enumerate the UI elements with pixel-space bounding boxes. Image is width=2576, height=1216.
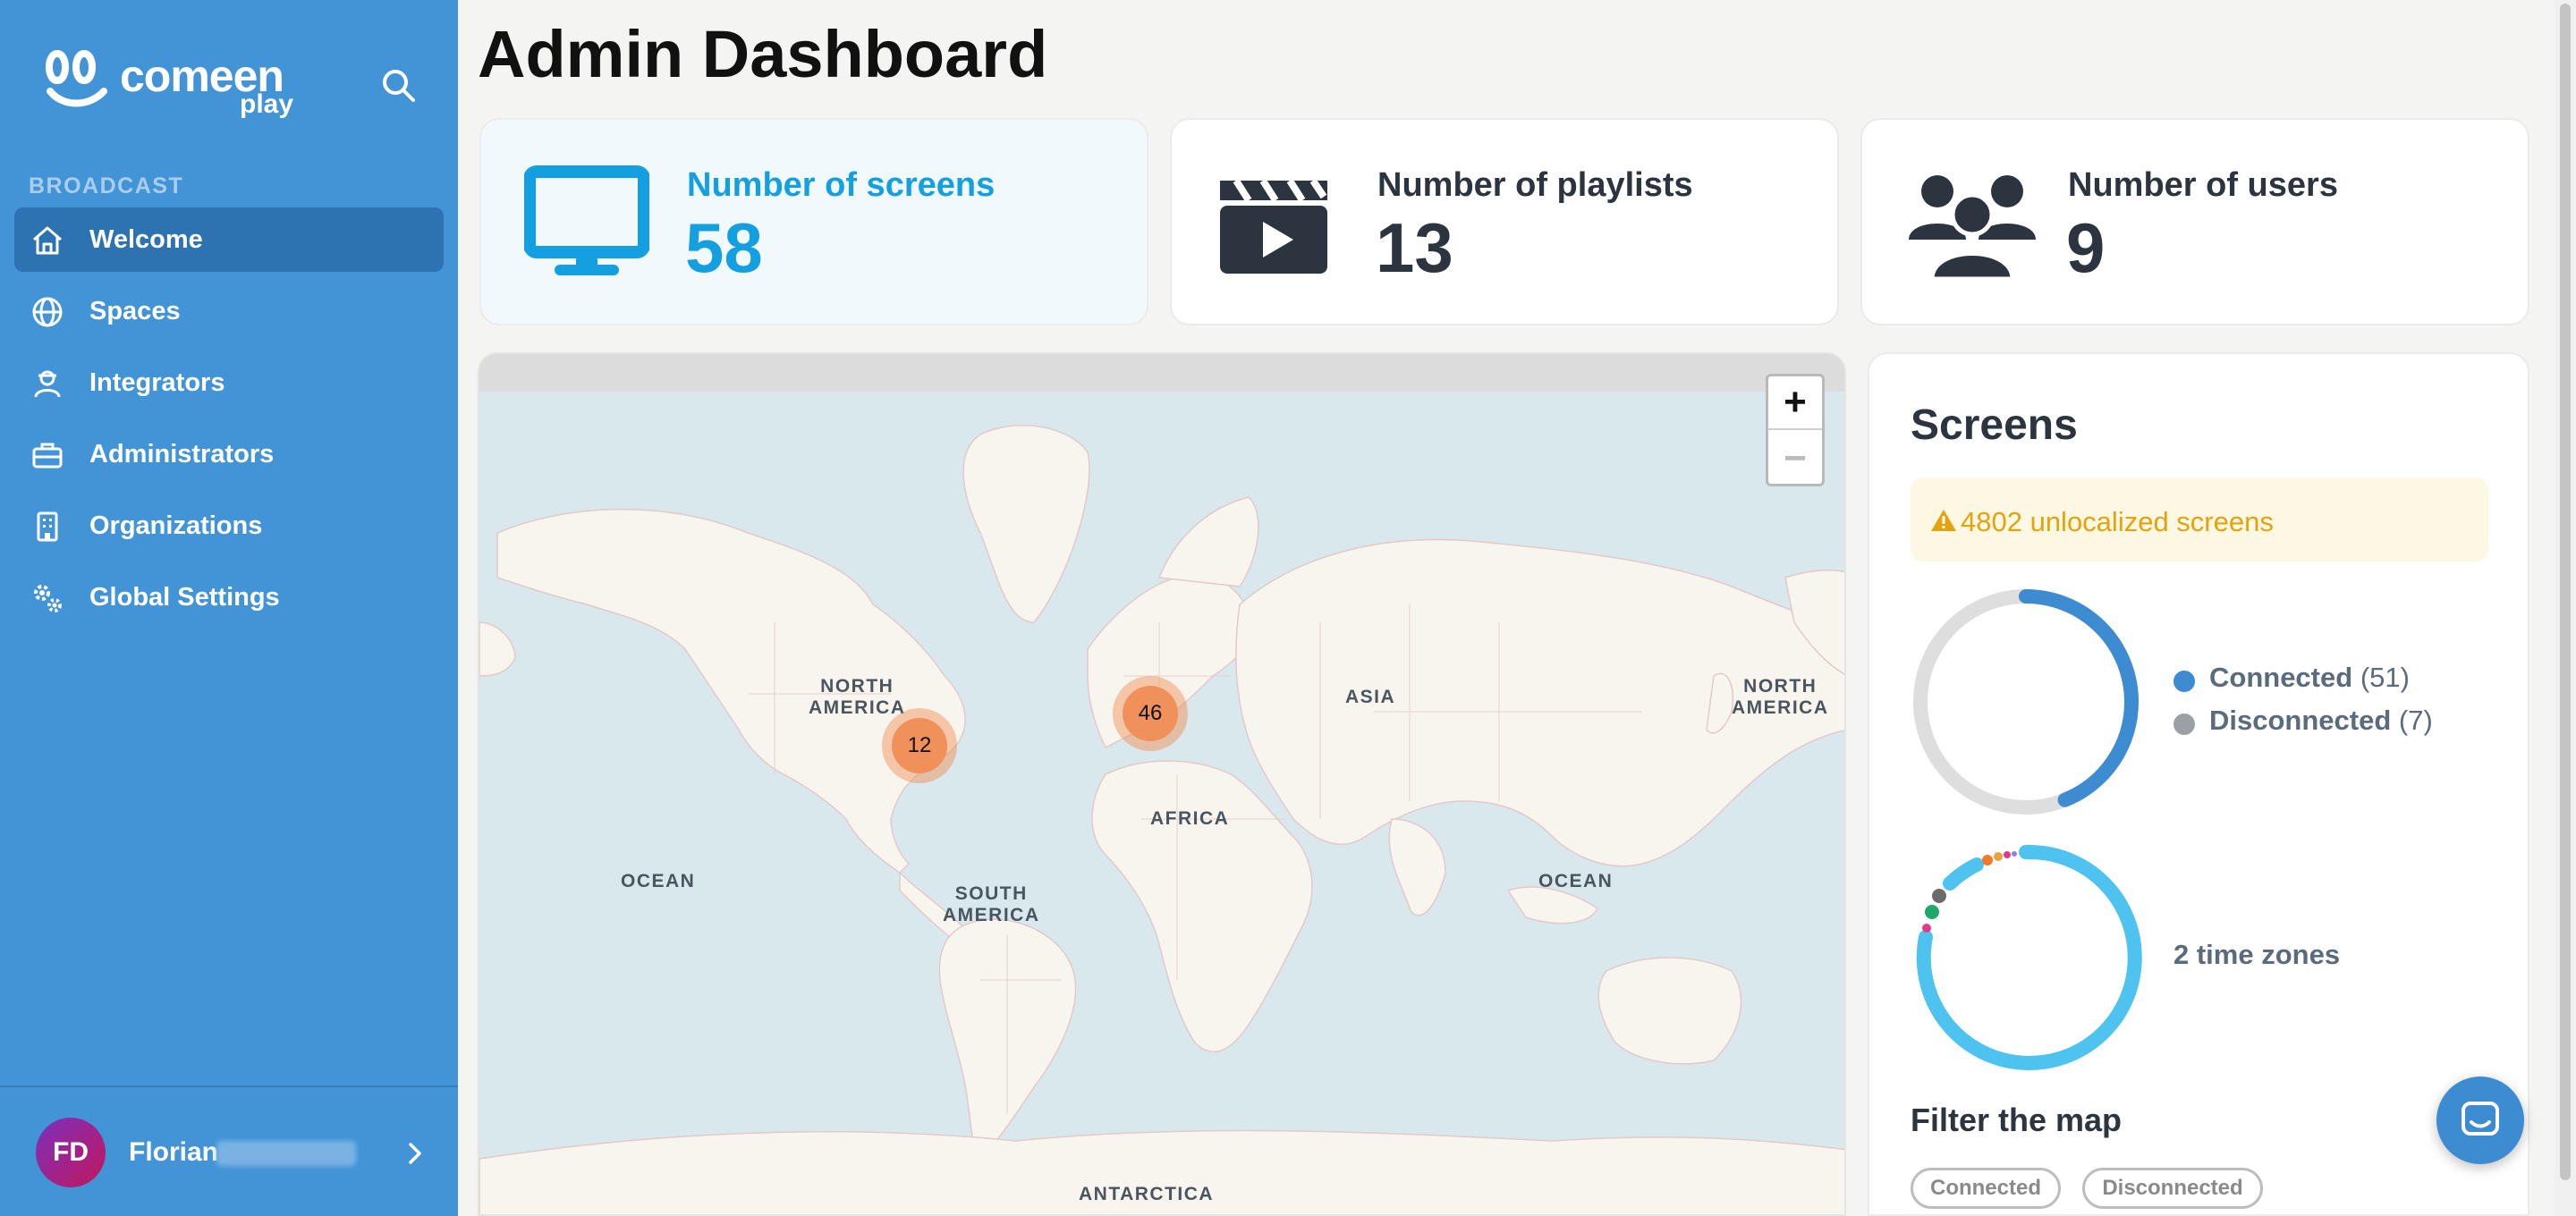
map-label-ocean: OCEAN: [621, 871, 696, 891]
stat-label: Number of playlists: [1377, 166, 1693, 204]
screens-title: Screens: [1911, 401, 2078, 449]
sidebar-item-label: Organizations: [89, 511, 263, 540]
scrollbar-thumb[interactable]: [2560, 4, 2571, 1180]
legend-label: Disconnected: [2209, 705, 2392, 736]
chat-launcher-button[interactable]: [2436, 1077, 2524, 1164]
map-label-ocean: OCEAN: [1538, 871, 1614, 891]
stat-card-playlists[interactable]: Number of playlists 13: [1170, 118, 1839, 325]
sidebar-item-label: Welcome: [89, 224, 203, 254]
comeen-logo-icon: [46, 49, 107, 107]
comeen-logo[interactable]: comeen play: [45, 45, 313, 120]
alert-text: 4802 unlocalized screens: [1961, 506, 2274, 537]
sidebar: comeen play BROADCAST Welcome Spaces Int…: [0, 0, 458, 1216]
map-header-bar: [479, 354, 1844, 392]
stat-label: Number of screens: [687, 166, 996, 204]
filter-chip-connected[interactable]: Connected: [1911, 1168, 2061, 1209]
avatar[interactable]: FD: [36, 1118, 106, 1187]
sidebar-item-global-settings[interactable]: Global Settings: [14, 565, 444, 629]
map-label-north-america: NORTH AMERICA: [1732, 676, 1829, 718]
map-label-africa: AFRICA: [1150, 808, 1230, 829]
page-title: Admin Dashboard: [478, 17, 1048, 91]
chat-icon: [2462, 1102, 2499, 1136]
map-label-antarctica: ANTARCTICA: [1079, 1184, 1215, 1204]
clapperboard-icon: [1220, 178, 1327, 274]
world-map[interactable]: + − NORTH AMERICA NORTH AMERICA ASIA AFR…: [478, 352, 1846, 1216]
screens-panel: Screens 4802 unlocalized screens Connect…: [1868, 352, 2529, 1216]
map-label-north-america: NORTH AMERICA: [809, 676, 906, 718]
zoom-out-button[interactable]: −: [1768, 432, 1822, 486]
sidebar-item-label: Global Settings: [89, 582, 280, 612]
sidebar-item-spaces[interactable]: Spaces: [14, 279, 444, 343]
connected-dot: [2174, 671, 2195, 692]
stat-card-screens[interactable]: Number of screens 58: [479, 118, 1148, 325]
map-cluster-marker[interactable]: 46: [1113, 676, 1188, 751]
sidebar-nav: Welcome Spaces Integrators Administrator…: [14, 207, 444, 637]
world-map-tiles[interactable]: [479, 354, 1846, 1216]
users-icon: [1909, 175, 2036, 281]
sidebar-item-label: Administrators: [89, 439, 275, 469]
map-label-asia: ASIA: [1345, 687, 1396, 707]
section-label: BROADCAST: [29, 173, 184, 198]
page-scrollbar[interactable]: [2555, 0, 2576, 1216]
legend-count: (7): [2398, 705, 2433, 736]
connection-status-donut[interactable]: [1909, 585, 2143, 819]
cluster-count: 46: [1123, 686, 1178, 741]
zoom-control: + −: [1766, 374, 1825, 486]
integrator-icon: [34, 370, 61, 398]
sidebar-item-integrators[interactable]: Integrators: [14, 350, 444, 415]
monitor-icon: [524, 165, 649, 275]
stat-value: 58: [685, 208, 763, 287]
chevron-right-icon[interactable]: [402, 1139, 428, 1168]
disconnected-dot: [2174, 714, 2195, 735]
sidebar-item-label: Spaces: [89, 296, 181, 325]
filter-heading: Filter the map: [1911, 1102, 2123, 1138]
stat-label: Number of users: [2068, 166, 2338, 204]
warning-icon: [1931, 510, 1956, 531]
sidebar-item-organizations[interactable]: Organizations: [14, 494, 444, 558]
gears-icon: [34, 585, 62, 612]
legend-count: (51): [2360, 662, 2410, 693]
cluster-count: 12: [892, 718, 947, 773]
user-menu[interactable]: FD Florian: [0, 1085, 458, 1216]
user-first-name: Florian: [129, 1137, 219, 1167]
home-icon: [33, 226, 62, 255]
stat-card-users[interactable]: Number of users 9: [1860, 118, 2529, 325]
map-cluster-marker[interactable]: 12: [882, 708, 957, 783]
sidebar-item-administrators[interactable]: Administrators: [14, 422, 444, 486]
legend-label: Connected: [2209, 662, 2353, 693]
timezone-count: 2 time zones: [2174, 939, 2341, 970]
zoom-in-button[interactable]: +: [1768, 376, 1822, 430]
unlocalized-alert[interactable]: 4802 unlocalized screens: [1911, 477, 2488, 562]
stat-value: 13: [1376, 208, 1453, 287]
building-icon: [37, 511, 58, 542]
sidebar-item-label: Integrators: [89, 367, 225, 397]
user-last-name-redacted: [216, 1141, 356, 1166]
map-label-south-america: SOUTH AMERICA: [943, 883, 1040, 925]
timezone-donut[interactable]: [1909, 840, 2143, 1075]
globe-icon: [32, 297, 63, 327]
filter-chip-disconnected[interactable]: Disconnected: [2082, 1168, 2263, 1209]
sidebar-item-welcome[interactable]: Welcome: [14, 207, 444, 272]
toolbox-icon: [32, 443, 63, 469]
brand-sub: play: [240, 89, 294, 119]
search-icon[interactable]: [379, 66, 419, 106]
stat-value: 9: [2066, 208, 2106, 287]
